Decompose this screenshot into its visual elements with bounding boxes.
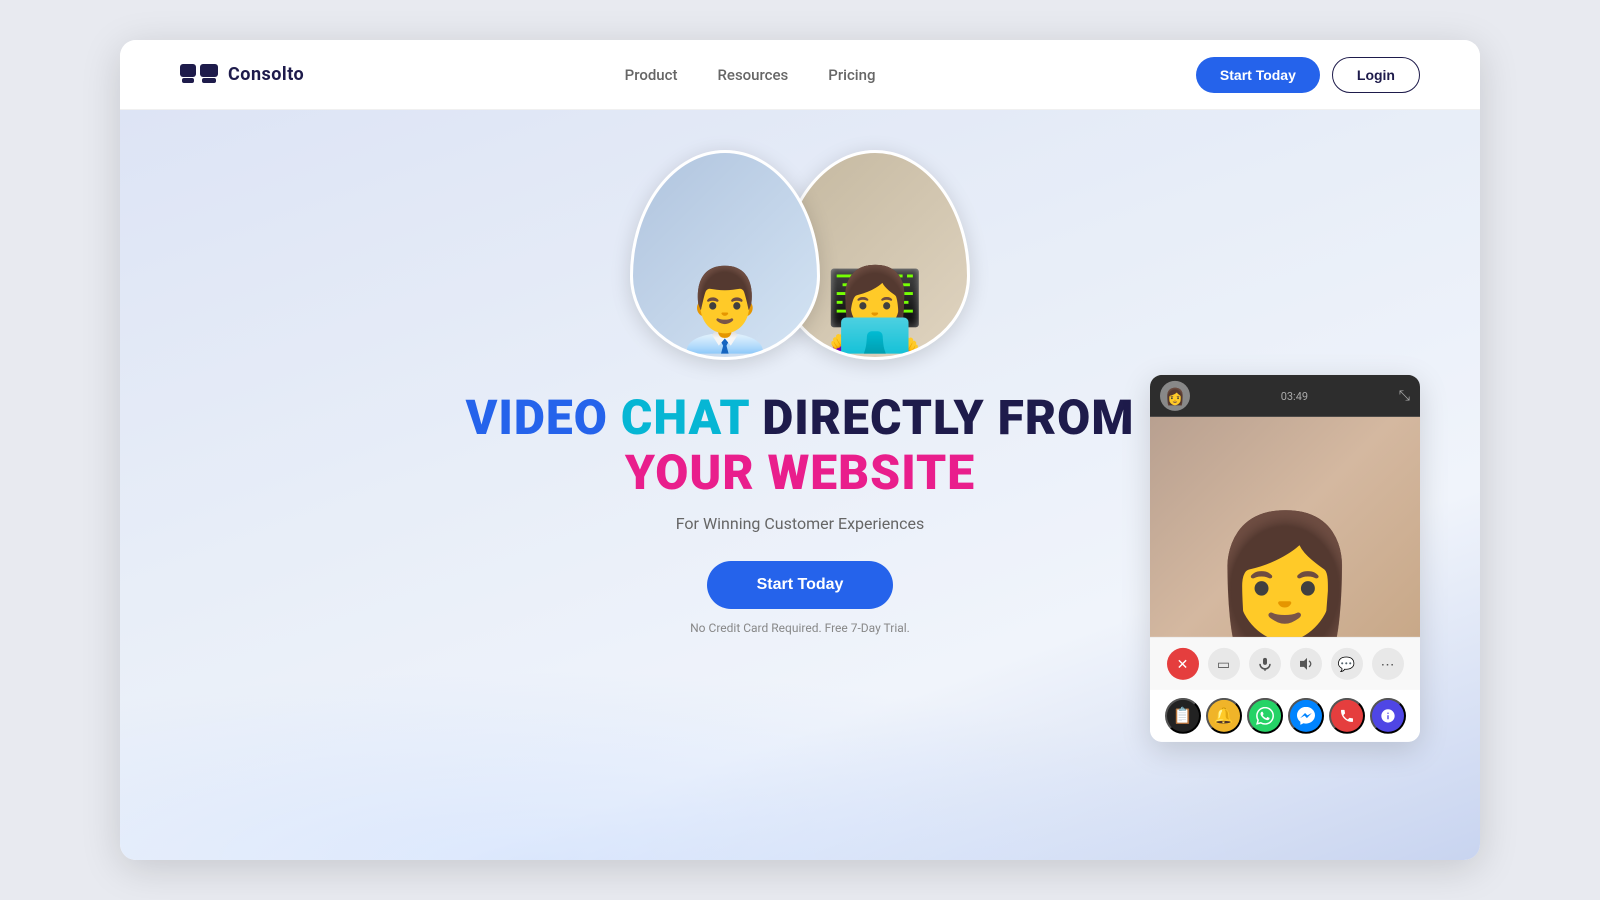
headline-chat: CHAT xyxy=(621,389,762,446)
mic-icon xyxy=(1258,657,1272,671)
info-icon-button[interactable] xyxy=(1370,698,1406,734)
video-timer: 03:49 xyxy=(1281,389,1308,402)
browser-window: Consolto Product Resources Pricing Start… xyxy=(120,40,1480,860)
phone-icon xyxy=(1339,708,1355,724)
logo-svg xyxy=(180,64,218,86)
hero-section: VIDEO CHAT DIRECTLY FROM YOUR WEBSITE Fo… xyxy=(120,110,1480,860)
nav-item-resources[interactable]: Resources xyxy=(717,65,788,84)
nav-link-product[interactable]: Product xyxy=(625,66,678,84)
nav-actions: Start Today Login xyxy=(1196,57,1420,93)
more-button[interactable]: ⋯ xyxy=(1372,648,1404,680)
expand-icon[interactable]: ⤡ xyxy=(1399,388,1410,404)
chat-button[interactable]: 💬 xyxy=(1331,648,1363,680)
clipboard-icon-button[interactable]: 📋 xyxy=(1165,698,1201,734)
messenger-icon xyxy=(1297,707,1315,725)
brand-name: Consolto xyxy=(228,64,304,85)
hero-text: VIDEO CHAT DIRECTLY FROM YOUR WEBSITE Fo… xyxy=(466,390,1135,635)
speaker-button[interactable] xyxy=(1290,648,1322,680)
notification-icon-button[interactable]: 🔔 xyxy=(1206,698,1242,734)
microphone-button[interactable] xyxy=(1249,648,1281,680)
hero-start-today-button[interactable]: Start Today xyxy=(707,561,894,609)
navbar: Consolto Product Resources Pricing Start… xyxy=(120,40,1480,110)
disclaimer: No Credit Card Required. Free 7-Day Tria… xyxy=(466,621,1135,635)
whatsapp-icon xyxy=(1256,707,1274,725)
person1-image xyxy=(630,150,820,360)
nav-link-pricing[interactable]: Pricing xyxy=(828,66,875,84)
social-icons-row: 📋 🔔 xyxy=(1150,690,1420,742)
logo-icon xyxy=(180,64,218,86)
video-controls: ✕ ▭ 💬 ⋯ xyxy=(1150,637,1420,690)
headline-directly: DIRECTLY FROM xyxy=(762,389,1134,446)
subheadline: For Winning Customer Experiences xyxy=(466,514,1135,533)
screen-share-button[interactable]: ▭ xyxy=(1208,648,1240,680)
info-icon xyxy=(1380,708,1396,724)
headline: VIDEO CHAT DIRECTLY FROM YOUR WEBSITE xyxy=(466,390,1135,500)
nav-start-today-button[interactable]: Start Today xyxy=(1196,57,1320,93)
headline-video: VIDEO xyxy=(466,389,621,446)
end-call-button[interactable]: ✕ xyxy=(1167,648,1199,680)
nav-login-button[interactable]: Login xyxy=(1332,57,1420,93)
video-avatar: 👩 xyxy=(1160,381,1190,411)
speaker-icon xyxy=(1299,657,1313,671)
video-main xyxy=(1150,417,1420,637)
nav-link-resources[interactable]: Resources xyxy=(717,66,788,84)
whatsapp-icon-button[interactable] xyxy=(1247,698,1283,734)
avatar-emoji: 👩 xyxy=(1165,386,1185,405)
headline-line2: YOUR WEBSITE xyxy=(466,445,1135,500)
video-header: 👩 03:49 ⤡ xyxy=(1150,375,1420,417)
nav-item-product[interactable]: Product xyxy=(625,65,678,84)
hero-images xyxy=(610,150,990,360)
messenger-icon-button[interactable] xyxy=(1288,698,1324,734)
video-widget: 👩 03:49 ⤡ ✕ ▭ xyxy=(1150,375,1420,742)
nav-item-pricing[interactable]: Pricing xyxy=(828,65,875,84)
logo: Consolto xyxy=(180,64,304,86)
headline-line1: VIDEO CHAT DIRECTLY FROM xyxy=(466,390,1135,445)
nav-links: Product Resources Pricing xyxy=(625,65,876,84)
phone-icon-button[interactable] xyxy=(1329,698,1365,734)
